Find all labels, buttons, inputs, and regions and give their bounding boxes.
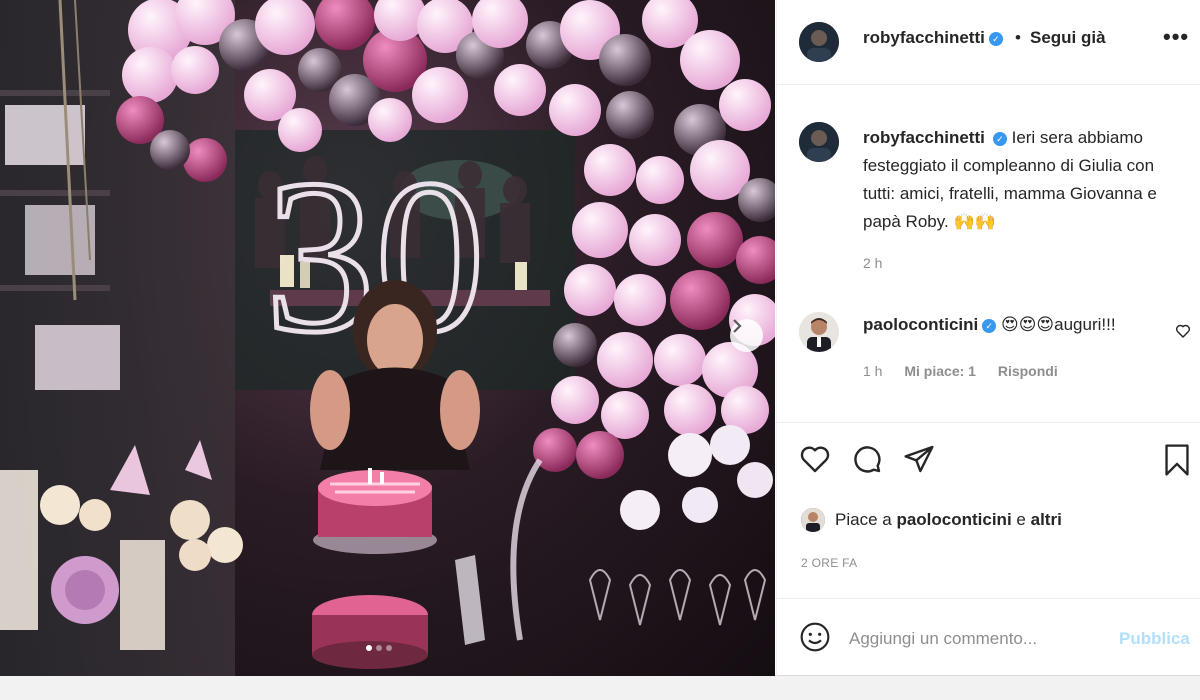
caption-emojis: 🙌🙌 [953, 212, 996, 231]
caption-timestamp[interactable]: 2 h [863, 255, 882, 271]
commenter-avatar-image [799, 312, 839, 352]
next-photo-button[interactable] [730, 319, 763, 352]
comment-text: 😍😍😍auguri!!! [1000, 315, 1116, 334]
save-bookmark-icon[interactable] [1161, 443, 1193, 477]
more-horizontal-icon[interactable]: ••• [1163, 24, 1189, 50]
comment-likes-count[interactable]: Mi piace: 1 [904, 363, 976, 379]
add-comment-section: Pubblica [777, 598, 1200, 676]
verified-badge-icon: ✓ [992, 132, 1007, 146]
comment-username[interactable]: paoloconticini [863, 315, 978, 334]
party-photo-illustration: 30 [0, 0, 775, 676]
verified-badge-icon: ✓ [982, 319, 997, 333]
author-avatar-image [799, 122, 839, 162]
liker-avatar[interactable] [801, 508, 825, 532]
author-username-row[interactable]: robyfacchinetti ✓ [863, 28, 1003, 48]
carousel-dot [386, 645, 392, 651]
caption-author-avatar[interactable] [799, 122, 839, 162]
share-send-icon[interactable] [903, 443, 935, 475]
post-photo[interactable]: 30 [0, 0, 775, 676]
caption-username[interactable]: robyfacchinetti [863, 128, 985, 147]
carousel-indicator [366, 645, 392, 651]
likes-prefix: Piace a [835, 510, 892, 529]
likes-connector: e [1016, 510, 1026, 529]
likes-summary: Piace a paoloconticini e altri [801, 508, 1062, 532]
post-caption: robyfacchinetti ✓ Ieri sera abbiamo feste… [863, 124, 1183, 236]
comment-input[interactable] [849, 623, 1099, 655]
carousel-dot-active [366, 645, 372, 651]
verified-badge-icon: ✓ [988, 32, 1003, 46]
post-header: robyfacchinetti ✓ • Segui già ••• [777, 0, 1200, 85]
comment-timestamp[interactable]: 1 h [863, 363, 882, 379]
post-actions-bar [777, 422, 1200, 502]
page-bottom-strip [0, 676, 1200, 700]
author-avatar-image [799, 22, 839, 62]
publish-button[interactable]: Pubblica [1119, 629, 1190, 649]
carousel-dot [376, 645, 382, 651]
follow-status-button[interactable]: Segui già [1030, 28, 1106, 48]
comment-reply-button[interactable]: Rispondi [998, 363, 1058, 379]
author-avatar[interactable] [799, 22, 839, 62]
liker-avatar-image [801, 508, 825, 532]
post-side-panel: robyfacchinetti ✓ • Segui già ••• robyfac… [776, 0, 1200, 676]
author-username[interactable]: robyfacchinetti [863, 28, 985, 47]
separator-dot: • [1015, 28, 1021, 47]
comment-meta: 1 h Mi piace: 1 Rispondi [863, 363, 1076, 379]
comment: paoloconticini ✓ 😍😍😍auguri!!! [863, 315, 1116, 335]
post-date[interactable]: 2 ORE FA [801, 556, 857, 570]
likes-others-link[interactable]: altri [1031, 510, 1062, 530]
like-heart-icon[interactable] [799, 443, 831, 475]
commenter-avatar[interactable] [799, 312, 839, 352]
instagram-post: 30 robyfacchinetti ✓ • Segui già ••• rob… [0, 0, 1200, 676]
comment-bubble-icon[interactable] [851, 443, 883, 475]
chevron-right-icon [733, 319, 742, 333]
liker-username[interactable]: paoloconticini [896, 510, 1011, 530]
comment-like-heart-icon[interactable] [1175, 323, 1191, 339]
emoji-smiley-icon[interactable] [799, 621, 831, 653]
